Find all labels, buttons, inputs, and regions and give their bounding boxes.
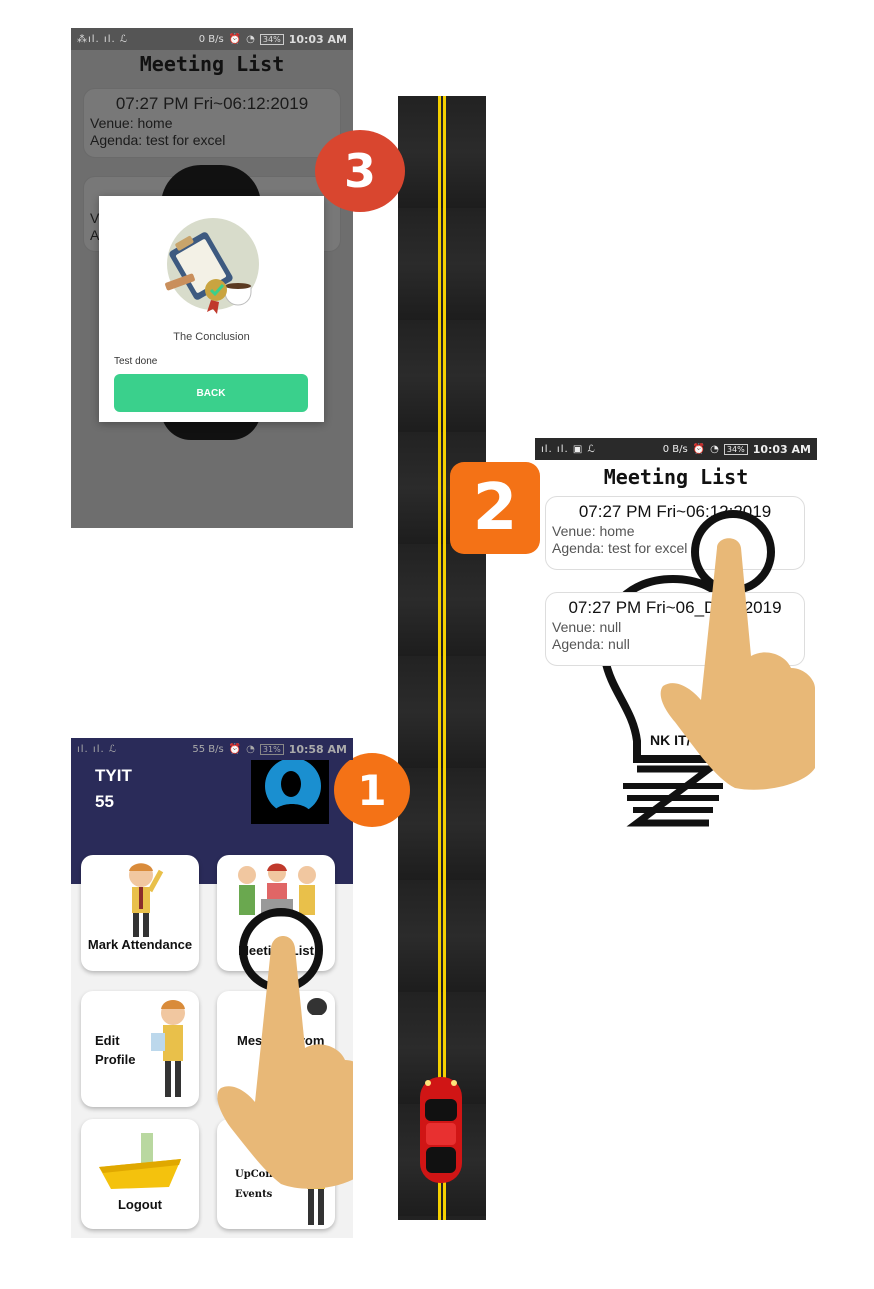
step-badge-2: 2	[450, 462, 540, 554]
dialog-text: Test done	[114, 356, 158, 367]
status-bar: ⁂ıl. ıl. ℒ 0 B/s ⏰ ◔ 34% 10:03 AM	[71, 28, 353, 50]
tap-hand-icon	[660, 510, 815, 790]
alarm-icon: ⏰	[228, 33, 242, 45]
status-bar: ıl. ıl. ℒ 55 B/s ⏰ ◔ 31% 10:58 AM	[71, 738, 353, 760]
wifi-icon: ◔	[246, 33, 255, 45]
page-title: Meeting List	[139, 52, 285, 76]
avatar[interactable]	[251, 756, 329, 824]
step-badge-3: 3	[315, 130, 405, 212]
alarm-icon: ⏰	[692, 443, 706, 455]
alarm-icon: ⏰	[228, 743, 242, 755]
road-line-right	[443, 96, 446, 1220]
step-badge-1: 1	[334, 753, 410, 827]
screen-conclusion-dialog: ⁂ıl. ıl. ℒ 0 B/s ⏰ ◔ 34% 10:03 AM Meetin…	[71, 28, 353, 528]
status-bar: ıl. ıl. ▣ ℒ 0 B/s ⏰ ◔ 34% 10:03 AM	[535, 438, 817, 460]
meeting-card[interactable]: 07:27 PM Fri~06:12:2019 Venue: home Agen…	[83, 88, 341, 158]
user-count: 55	[95, 792, 114, 811]
user-silhouette-icon	[265, 758, 321, 816]
page-title: Meeting List	[603, 465, 749, 489]
wifi-icon: ◔	[710, 443, 719, 455]
battery-icon: 31%	[259, 743, 284, 755]
dialog-heading: The Conclusion	[173, 331, 250, 343]
man-with-paper-icon	[151, 1000, 185, 1097]
tile-mark-attendance[interactable]: Mark Attendance	[81, 855, 199, 971]
tap-hand-icon	[217, 908, 353, 1189]
road-graphic	[398, 96, 486, 1220]
screen-home-dashboard: ıl. ıl. ℒ 55 B/s ⏰ ◔ 31% 10:58 AM TYIT 5…	[71, 738, 353, 1238]
tile-logout[interactable]: Logout	[81, 1119, 199, 1229]
clipboard-coffee-icon	[165, 218, 259, 314]
dimmed-content: Meeting List 07:27 PM Fri~06:12:2019 Ven…	[71, 50, 353, 528]
road-line-left	[438, 96, 441, 1220]
wifi-icon: ◔	[246, 743, 255, 755]
screen-meeting-list: ıl. ıl. ▣ ℒ 0 B/s ⏰ ◔ 34% 10:03 AM Meeti…	[535, 438, 817, 938]
man-waving-icon	[129, 863, 164, 937]
conclusion-dialog: The Conclusion Test done BACK	[99, 196, 324, 422]
logout-boat-icon	[99, 1133, 181, 1189]
user-name: TYIT	[95, 766, 132, 785]
red-car-icon	[420, 1077, 462, 1183]
battery-icon: 34%	[723, 443, 748, 455]
tile-edit-profile[interactable]: Edit Profile	[81, 991, 199, 1107]
battery-icon: 34%	[259, 33, 284, 45]
back-button[interactable]: BACK	[114, 374, 308, 412]
